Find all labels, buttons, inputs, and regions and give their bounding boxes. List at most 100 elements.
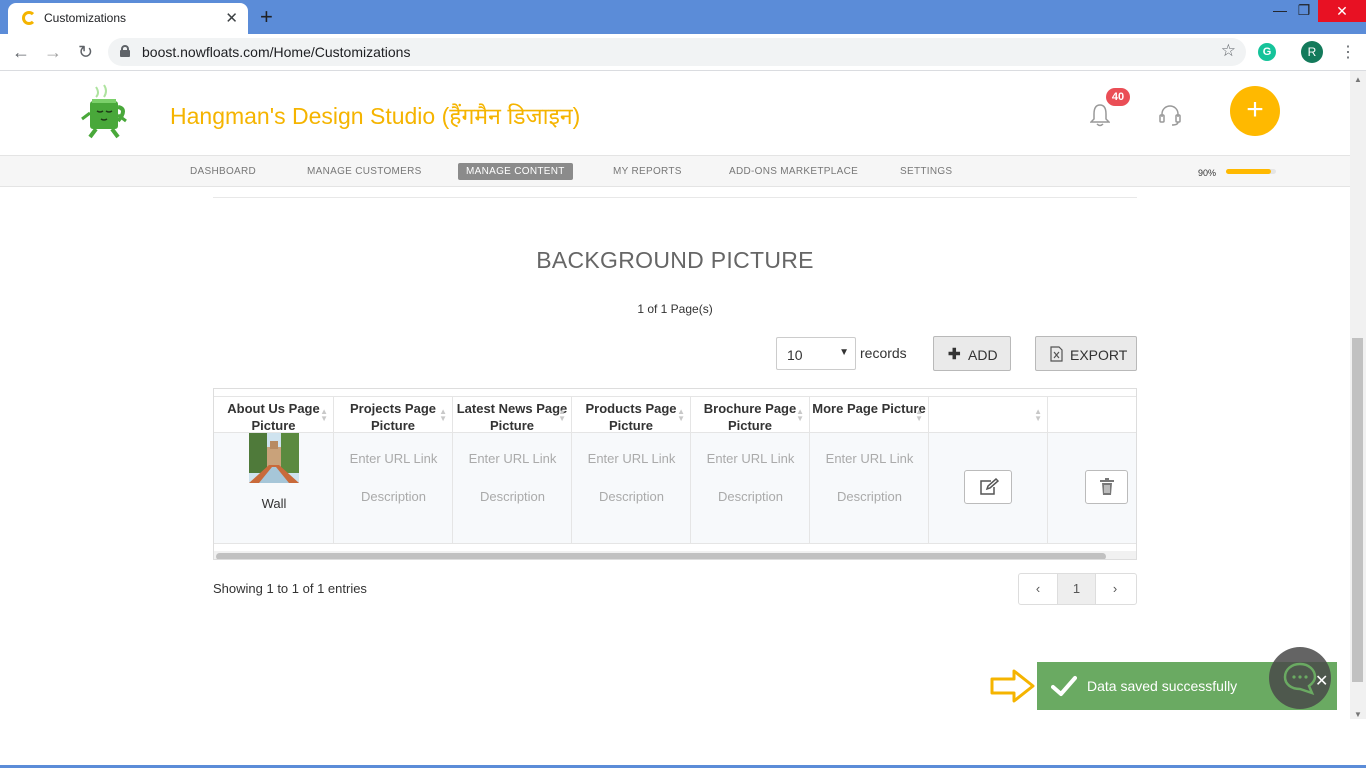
toast-message: Data saved successfully bbox=[1087, 678, 1238, 694]
column-header-projects[interactable]: Projects Page Picture ▲ ▼ bbox=[334, 397, 453, 434]
chevron-down-icon: ▼ bbox=[839, 347, 849, 358]
plus-icon: ✚ bbox=[948, 346, 961, 363]
sort-icon: ▲ ▼ bbox=[1034, 407, 1042, 423]
notification-count-badge: 40 bbox=[1106, 88, 1130, 106]
column-header-brochure[interactable]: Brochure Page Picture ▲ ▼ bbox=[691, 397, 810, 434]
page-count: 1 of 1 Page(s) bbox=[637, 302, 713, 316]
site-favicon-icon bbox=[22, 11, 36, 25]
nav-manage-content[interactable]: MANAGE CONTENT bbox=[458, 163, 573, 180]
column-header-about-us[interactable]: About Us Page Picture ▲ ▼ bbox=[214, 397, 334, 434]
nav-dashboard[interactable]: DASHBOARD bbox=[190, 166, 256, 177]
entries-info: Showing 1 to 1 of 1 entries bbox=[213, 581, 367, 596]
reload-icon[interactable]: ↻ bbox=[78, 42, 93, 63]
main-navigation: DASHBOARD MANAGE CUSTOMERS MANAGE CONTEN… bbox=[0, 155, 1350, 187]
cell-delete bbox=[1048, 433, 1136, 544]
cell-latest-news-picture: Enter URL Link Description bbox=[453, 433, 572, 544]
table-header-row: About Us Page Picture ▲ ▼ Projects Page P… bbox=[214, 396, 1136, 434]
notification-bell-icon[interactable] bbox=[1090, 103, 1110, 127]
url-link-input[interactable]: Enter URL Link bbox=[572, 451, 691, 466]
lock-icon bbox=[120, 45, 130, 57]
nav-manage-customers[interactable]: MANAGE CUSTOMERS bbox=[307, 166, 422, 177]
grammarly-extension-icon[interactable]: G bbox=[1258, 43, 1276, 61]
url-link-input[interactable]: Enter URL Link bbox=[810, 451, 929, 466]
edit-row-button[interactable] bbox=[964, 470, 1012, 504]
pictures-table: About Us Page Picture ▲ ▼ Projects Page P… bbox=[213, 388, 1137, 560]
brand-logo-icon bbox=[81, 84, 127, 139]
toast-close-icon[interactable]: ✕ bbox=[1315, 671, 1328, 691]
profile-completion-bar bbox=[1226, 169, 1276, 174]
page-content: Hangman's Design Studio (हैंगमैन डिजाइन)… bbox=[0, 71, 1350, 719]
export-button[interactable]: EXPORT bbox=[1035, 336, 1137, 371]
page-1-button[interactable]: 1 bbox=[1057, 574, 1096, 604]
checkmark-icon bbox=[1051, 676, 1077, 696]
cell-more-picture: Enter URL Link Description bbox=[810, 433, 929, 544]
new-tab-icon[interactable]: + bbox=[260, 4, 273, 30]
nav-add-ons-marketplace[interactable]: ADD-ONS MARKETPLACE bbox=[729, 166, 858, 177]
pagination: ‹ 1 › bbox=[1018, 573, 1137, 605]
page-title: BACKGROUND PICTURE bbox=[536, 247, 814, 273]
nav-settings[interactable]: SETTINGS bbox=[900, 166, 952, 177]
profile-avatar[interactable]: R bbox=[1301, 41, 1323, 63]
url-link-input[interactable]: Enter URL Link bbox=[453, 451, 572, 466]
next-page-button[interactable]: › bbox=[1096, 574, 1134, 604]
restore-icon[interactable]: ❐ bbox=[1290, 2, 1318, 19]
column-header-label: About Us Page Picture bbox=[227, 401, 320, 433]
description-input[interactable]: Description bbox=[691, 489, 810, 504]
section-divider bbox=[213, 197, 1137, 198]
support-headset-icon[interactable] bbox=[1158, 103, 1182, 127]
close-tab-icon[interactable]: ✕ bbox=[225, 9, 238, 27]
delete-row-button[interactable] bbox=[1085, 470, 1128, 504]
cell-brochure-picture: Enter URL Link Description bbox=[691, 433, 810, 544]
edit-icon bbox=[980, 478, 999, 495]
column-header-more[interactable]: More Page Picture ▲ ▼ bbox=[810, 397, 929, 434]
description-input[interactable]: Description bbox=[334, 489, 453, 504]
profile-completion-fill bbox=[1226, 169, 1271, 174]
scroll-down-icon[interactable]: ▼ bbox=[1354, 710, 1362, 719]
url-link-input[interactable]: Enter URL Link bbox=[334, 451, 453, 466]
table-row: Wall Enter URL Link Description Enter UR… bbox=[214, 433, 1136, 544]
url-link-input[interactable]: Enter URL Link bbox=[691, 451, 810, 466]
cell-about-us-picture: Wall bbox=[214, 433, 334, 544]
cell-edit bbox=[929, 433, 1048, 544]
wall-picture-thumbnail[interactable] bbox=[249, 433, 299, 483]
window-close-icon[interactable]: ✕ bbox=[1318, 0, 1366, 22]
description-input[interactable]: Description bbox=[453, 489, 572, 504]
back-icon[interactable]: ← bbox=[12, 42, 30, 63]
browser-tab[interactable]: Customizations ✕ bbox=[8, 3, 248, 34]
page-bottom-area bbox=[0, 719, 1366, 768]
table-horizontal-scrollbar[interactable] bbox=[214, 551, 1136, 559]
address-bar[interactable]: boost.nowfloats.com/Home/Customizations … bbox=[108, 38, 1246, 66]
records-per-page-select[interactable]: 10 ▼ bbox=[776, 337, 856, 370]
sort-icon: ▲ ▼ bbox=[677, 407, 685, 423]
sort-icon: ▲ ▼ bbox=[320, 407, 328, 423]
column-header-label: Brochure Page Picture bbox=[703, 401, 797, 433]
business-name[interactable]: Hangman's Design Studio (हैंगमैन डिजाइन) bbox=[170, 99, 580, 131]
records-label: records bbox=[860, 345, 907, 361]
add-button[interactable]: ✚ ADD bbox=[933, 336, 1011, 371]
scroll-up-icon[interactable]: ▲ bbox=[1354, 75, 1362, 84]
column-header-delete bbox=[1048, 397, 1136, 434]
browser-tab-bar: Customizations ✕ + — ❐ ✕ bbox=[0, 0, 1366, 34]
description-input[interactable]: Description bbox=[810, 489, 929, 504]
add-new-fab-button[interactable]: + bbox=[1230, 86, 1280, 136]
sort-icon: ▲ ▼ bbox=[439, 407, 447, 423]
bookmark-star-icon[interactable]: ☆ bbox=[1221, 41, 1236, 61]
excel-file-icon bbox=[1050, 346, 1063, 362]
description-input[interactable]: Description bbox=[572, 489, 691, 504]
nav-my-reports[interactable]: MY REPORTS bbox=[613, 166, 682, 177]
page-scrollbar-thumb[interactable] bbox=[1352, 338, 1363, 682]
previous-page-button[interactable]: ‹ bbox=[1019, 574, 1057, 604]
tab-title: Customizations bbox=[44, 11, 127, 25]
column-header-latest-news[interactable]: Latest News Page Picture ▲ ▼ bbox=[453, 397, 572, 434]
forward-icon[interactable]: → bbox=[44, 42, 62, 63]
url-text: boost.nowfloats.com/Home/Customizations bbox=[142, 44, 411, 60]
column-header-label: Projects Page Picture bbox=[350, 401, 436, 433]
column-header-products[interactable]: Products Page Picture ▲ ▼ bbox=[572, 397, 691, 434]
column-header-edit[interactable]: ▲ ▼ bbox=[929, 397, 1048, 434]
pointer-arrow-icon bbox=[990, 669, 1035, 703]
browser-menu-icon[interactable]: ⋮ bbox=[1340, 42, 1356, 62]
sort-icon: ▲ ▼ bbox=[796, 407, 804, 423]
cell-products-picture: Enter URL Link Description bbox=[572, 433, 691, 544]
table-scrollbar-thumb[interactable] bbox=[216, 553, 1106, 559]
profile-completion-label: 90% bbox=[1198, 168, 1217, 178]
